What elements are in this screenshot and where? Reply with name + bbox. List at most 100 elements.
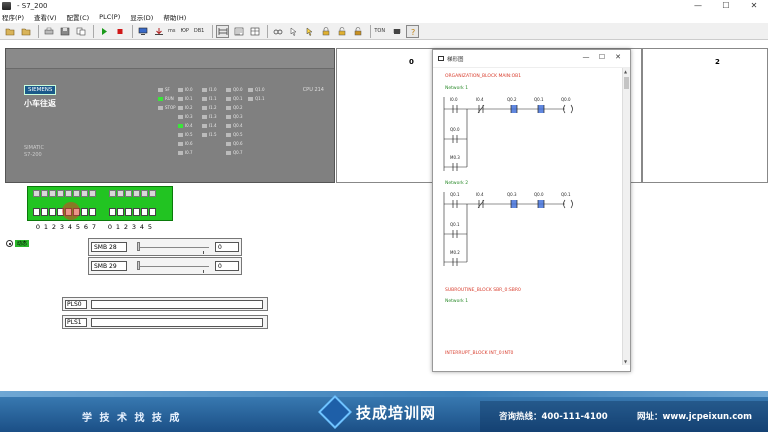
network-1-ladder: I0.0 I0.4 Q0.2 Q0.1 Q0.0 Q0.0 M0.3 xyxy=(443,97,573,171)
window-icon xyxy=(438,56,444,61)
contact-label: I0.4 xyxy=(476,97,484,102)
output-led: Q0.6 xyxy=(226,139,243,148)
network-title: Network 1 xyxy=(445,86,469,91)
switch-number: 3 xyxy=(59,223,65,231)
menu-view[interactable]: 查看(V) xyxy=(34,12,57,22)
led-indicator xyxy=(178,105,183,110)
input-switch-i1-1[interactable] xyxy=(117,208,124,216)
output-led-column-b: Q1.0 Q1.1 xyxy=(248,85,265,103)
scroll-down-icon[interactable]: ▼ xyxy=(624,359,627,364)
led-indicator xyxy=(178,87,183,92)
switch-number: 3 xyxy=(131,223,137,231)
input-switch-i1-2[interactable] xyxy=(125,208,132,216)
input-led: I0.1 xyxy=(178,94,193,103)
input-switch-i1-0[interactable] xyxy=(109,208,116,216)
table-view-icon[interactable] xyxy=(248,25,261,38)
ladder-minimize-button[interactable]: — xyxy=(578,53,594,61)
switch-number: 1 xyxy=(115,223,121,231)
lock-icon[interactable] xyxy=(319,25,332,38)
led-label: Q0.0 xyxy=(233,87,243,92)
led-indicator xyxy=(248,96,253,101)
chip-icon[interactable] xyxy=(390,25,403,38)
coil: Q0.0 xyxy=(561,97,573,114)
toolbar-ton-button[interactable]: TON xyxy=(374,28,385,34)
input-switch-i1-3[interactable] xyxy=(133,208,140,216)
simulation-area: SIEMENS 小车往返 SIMATIC S7-200 CPU 214 SF R… xyxy=(0,41,768,391)
led-label: I1.3 xyxy=(209,114,217,119)
menu-configure[interactable]: 配置(C) xyxy=(67,12,90,22)
ladder-view-icon[interactable] xyxy=(216,24,230,38)
input-led: I0.5 xyxy=(178,130,193,139)
open-file-icon[interactable] xyxy=(19,25,32,38)
ladder-scrollbar[interactable]: ▲ ▼ xyxy=(622,68,630,365)
input-switch-i0-1[interactable] xyxy=(41,208,48,216)
branch-contact: Q0.0 xyxy=(450,127,460,143)
slider-track[interactable] xyxy=(137,247,209,248)
toolbar: ms ЮР DB1 TON ? xyxy=(0,23,768,40)
monitor-icon[interactable] xyxy=(136,25,149,38)
menu-help[interactable]: 帮助(H) xyxy=(163,12,186,22)
glasses-icon[interactable] xyxy=(271,25,284,38)
input-switch-i1-4[interactable] xyxy=(141,208,148,216)
pointer-force-icon[interactable] xyxy=(303,25,316,38)
input-switch-i0-2[interactable] xyxy=(49,208,56,216)
smb-label: SMB 29 xyxy=(91,261,127,271)
ladder-close-button[interactable]: ✕ xyxy=(610,53,626,61)
toolbar-ms-button[interactable]: ms xyxy=(168,28,175,34)
slider-thumb[interactable] xyxy=(137,242,140,251)
unlock-icon[interactable] xyxy=(335,25,348,38)
contact-label: M0.3 xyxy=(450,155,460,160)
maximize-button[interactable]: ☐ xyxy=(712,0,740,11)
dynamic-radio[interactable]: 动态 xyxy=(6,240,30,247)
ladder-content: ORGANIZATION_BLOCK MAIN:OB1 Network 1 I0… xyxy=(433,68,623,365)
input-led: I0.7 xyxy=(178,148,193,157)
switch-led xyxy=(149,190,156,197)
ladder-window-titlebar[interactable]: 梯形图 — ☐ ✕ xyxy=(433,50,630,68)
pls1-row: PLS1 xyxy=(62,315,268,329)
unlock-all-icon[interactable] xyxy=(351,25,364,38)
status-led-column: SF RUN STOP xyxy=(158,85,176,112)
slider-tick xyxy=(203,251,204,254)
smb-value-field[interactable]: 0 xyxy=(215,261,239,271)
switch-led xyxy=(65,190,72,197)
ladder-maximize-button[interactable]: ☐ xyxy=(594,53,610,61)
svg-text:?: ? xyxy=(411,28,415,36)
switch-number: 7 xyxy=(91,223,97,231)
led-indicator xyxy=(226,87,231,92)
toolbar-separator xyxy=(132,24,133,38)
output-led: Q0.0 xyxy=(226,85,243,94)
input-switch-i0-0[interactable] xyxy=(33,208,40,216)
stop-icon[interactable] xyxy=(113,25,126,38)
scroll-thumb[interactable] xyxy=(624,77,629,89)
menu-plc[interactable]: PLC(P) xyxy=(99,13,120,21)
input-switch-i0-7[interactable] xyxy=(89,208,96,216)
scroll-up-icon[interactable]: ▲ xyxy=(624,69,627,74)
pane-number: 2 xyxy=(715,58,720,66)
slider-track[interactable] xyxy=(137,266,209,267)
input-switch-i0-6[interactable] xyxy=(81,208,88,216)
open-folder-icon[interactable] xyxy=(3,25,16,38)
pointer-icon[interactable] xyxy=(287,25,300,38)
print-icon[interactable] xyxy=(42,25,55,38)
menu-display[interactable]: 显示(D) xyxy=(130,12,153,22)
close-button[interactable]: ✕ xyxy=(740,0,768,11)
run-icon[interactable] xyxy=(97,25,110,38)
radio-icon[interactable] xyxy=(6,240,13,247)
expansion-pane-2: 2 xyxy=(642,48,768,183)
input-led: I0.6 xyxy=(178,139,193,148)
slider-thumb[interactable] xyxy=(137,261,140,270)
minimize-button[interactable]: — xyxy=(684,0,712,11)
menu-program[interactable]: 程序(P) xyxy=(2,12,24,22)
download-icon[interactable] xyxy=(152,25,165,38)
led-label: Q0.3 xyxy=(233,114,243,119)
stl-view-icon[interactable] xyxy=(232,25,245,38)
save-icon[interactable] xyxy=(58,25,71,38)
led-label: I1.0 xyxy=(209,87,217,92)
help-icon[interactable]: ? xyxy=(406,24,420,38)
input-switch-i1-5[interactable] xyxy=(149,208,156,216)
ladder-window-title: 梯形图 xyxy=(447,56,464,63)
toolbar-db1-button[interactable]: DB1 xyxy=(194,28,204,34)
copy-icon[interactable] xyxy=(74,25,87,38)
smb-value-field[interactable]: 0 xyxy=(215,242,239,252)
toolbar-kop-button[interactable]: ЮР xyxy=(180,28,188,34)
